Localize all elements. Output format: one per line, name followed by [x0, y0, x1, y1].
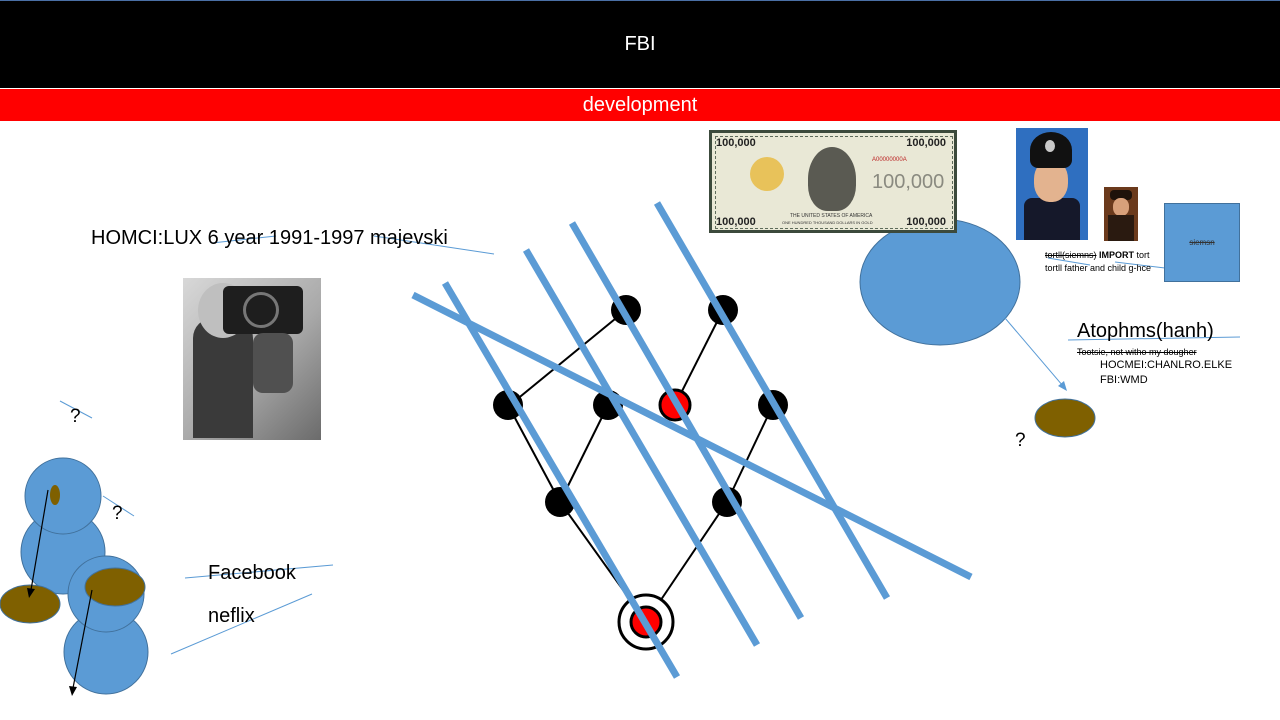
- note-center-value: 100,000: [872, 171, 945, 193]
- olive-dot: [50, 485, 60, 505]
- banknote-image: 100,000 100,000 100,000 100,000 100,000 …: [709, 130, 957, 233]
- connector-arrow: [1004, 317, 1064, 387]
- siemsn-box: siemsn: [1164, 203, 1240, 282]
- import-word: IMPORT: [1099, 250, 1135, 260]
- arrow-head: [69, 686, 77, 696]
- homci-text: HOMCI:LUX 6 year 1991-1997 majevski: [91, 227, 448, 249]
- policeman-photo: [1016, 128, 1088, 240]
- blue-circle: [24, 457, 102, 535]
- note-serial: A00000000A: [872, 157, 907, 163]
- tortll-tail: tort: [1136, 250, 1150, 260]
- tortll-siemns: tortll(siemns): [1045, 250, 1097, 260]
- question-mark: ?: [70, 406, 81, 427]
- tootsie-text: Tootsie, not witho my dougher: [1077, 347, 1197, 357]
- olive-ellipse: [1034, 398, 1096, 438]
- olive-ellipse: [84, 567, 146, 607]
- lattice-edges: [507, 309, 774, 623]
- large-ellipse: [859, 218, 1021, 346]
- note-corner-br: 100,000: [906, 216, 946, 228]
- note-corner-tr: 100,000: [906, 137, 946, 149]
- hocmei-text: HOCMEI:CHANLRO.ELKE: [1100, 359, 1233, 371]
- arrow-head: [1058, 381, 1067, 391]
- facebook-text: Facebook: [208, 562, 296, 584]
- tortll-line-2: tortll father and child g-hce: [1045, 263, 1152, 273]
- gold-seal: [750, 157, 784, 191]
- fbi-wmd-text: FBI:WMD: [1100, 374, 1148, 386]
- portrait: [808, 147, 856, 211]
- note-band: THE UNITED STATES OF AMERICA: [790, 213, 873, 219]
- atophms-text: Atophms(hanh): [1077, 320, 1214, 342]
- neflix-text: neflix: [208, 605, 255, 627]
- note-bottom: ONE HUNDRED THOUSAND DOLLARS IN GOLD: [782, 220, 873, 225]
- tortll-line-1: tortll(siemns) IMPORT tort: [1045, 250, 1150, 260]
- note-corner-bl: 100,000: [716, 216, 756, 228]
- question-mark: ?: [112, 503, 123, 524]
- camera-man-photo: [183, 278, 321, 440]
- small-portrait-photo: [1104, 187, 1138, 241]
- question-mark: ?: [1015, 430, 1026, 451]
- siemsn-label: siemsn: [1189, 238, 1215, 247]
- note-corner-tl: 100,000: [716, 137, 756, 149]
